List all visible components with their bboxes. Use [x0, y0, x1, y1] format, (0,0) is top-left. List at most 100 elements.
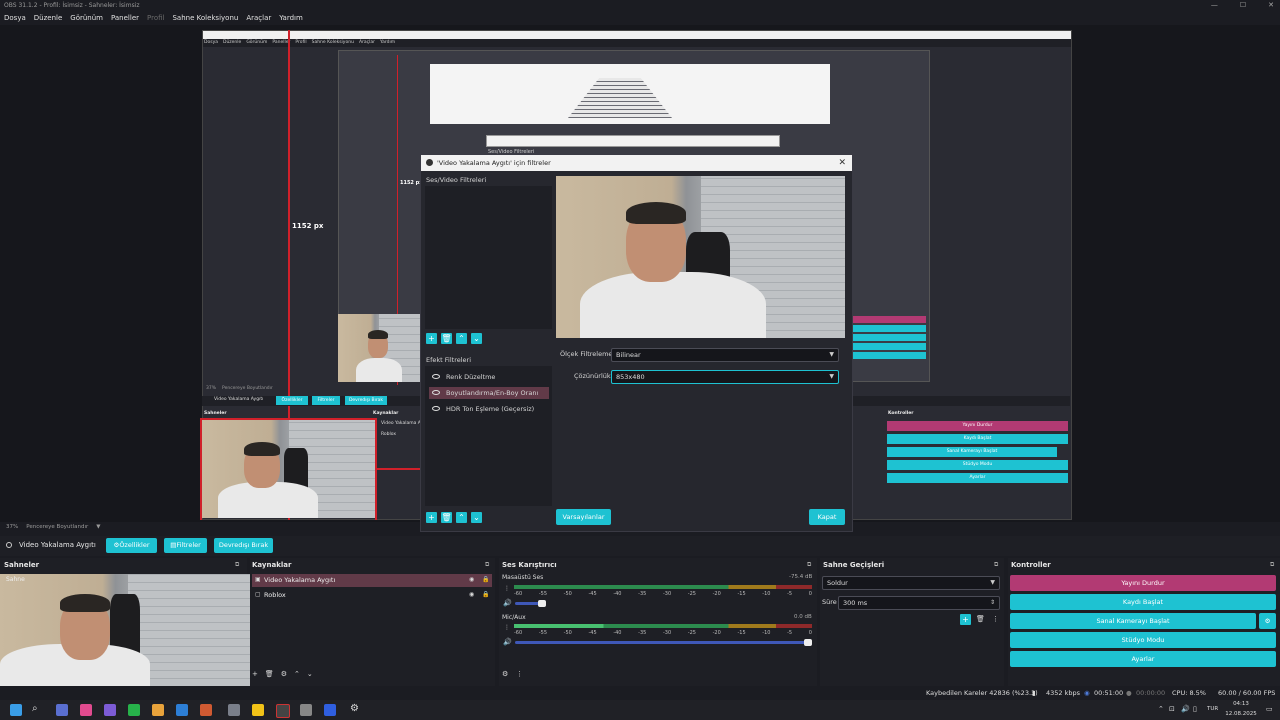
studio-mode-button[interactable]: Stüdyo Modu — [1010, 632, 1276, 648]
zoom-chevron-icon[interactable]: ▼ — [96, 524, 100, 530]
settings-gear-icon[interactable]: ⚙ — [350, 703, 359, 714]
scale-filter-select[interactable]: Bilinear ▼ — [611, 348, 839, 362]
start-recording-button[interactable]: Kaydı Başlat — [1010, 594, 1276, 610]
task-view-icon[interactable] — [56, 704, 68, 716]
mic-volume-fill[interactable] — [515, 641, 808, 644]
menu-help[interactable]: Yardım — [279, 14, 303, 22]
move-up-av-filter-button[interactable]: ⌃ — [456, 333, 467, 344]
app-icon-6[interactable] — [300, 704, 312, 716]
visibility-eye-icon[interactable]: ◉ — [469, 591, 474, 598]
search-icon[interactable]: ⌕ — [32, 703, 38, 714]
remove-transition-icon[interactable]: 🗑 — [976, 615, 985, 623]
clock-date[interactable]: 12.08.2025 — [1223, 711, 1259, 717]
add-source-icon[interactable]: + — [252, 670, 258, 678]
effect-item-hdr[interactable]: HDR Ton Eşleme (Geçersiz) — [429, 403, 549, 415]
stop-streaming-button[interactable]: Yayını Durdur — [1010, 575, 1276, 591]
visibility-eye-icon[interactable] — [432, 374, 440, 379]
duration-spinbox[interactable]: 300 ms ⇕ — [838, 596, 1000, 610]
close-button[interactable]: Kapat — [809, 509, 845, 525]
spin-arrows-icon[interactable]: ⇕ — [990, 597, 995, 609]
menu-docks[interactable]: Paneller — [111, 14, 139, 22]
mic-volume-knob[interactable] — [804, 639, 812, 646]
instagram-icon[interactable] — [80, 704, 92, 716]
start-virtual-camera-button[interactable]: Sanal Kamerayı Başlat — [1010, 613, 1256, 629]
clock-time[interactable]: 04:13 — [1226, 701, 1256, 707]
desktop-volume-knob[interactable] — [538, 600, 546, 607]
visibility-eye-icon[interactable]: ◉ — [469, 576, 474, 583]
menu-tools[interactable]: Araçlar — [246, 14, 271, 22]
effect-item-color-correction[interactable]: Renk Düzeltme — [429, 371, 549, 383]
app-icon-5[interactable] — [252, 704, 264, 716]
add-transition-button[interactable]: + — [960, 614, 971, 625]
transition-type-select[interactable]: Soldur ▼ — [822, 576, 1000, 590]
add-effect-filter-button[interactable]: + — [426, 512, 437, 523]
network-icon[interactable]: ⊡ — [1169, 705, 1175, 713]
menu-edit[interactable]: Düzenle — [34, 14, 63, 22]
av-filters-list[interactable] — [425, 186, 552, 329]
volume-icon[interactable]: 🔊 — [1181, 705, 1190, 713]
remove-effect-filter-button[interactable]: 🗑 — [441, 512, 452, 523]
move-up-effect-filter-button[interactable]: ⌃ — [456, 512, 467, 523]
app-icon-2[interactable] — [176, 704, 188, 716]
maximize-icon[interactable]: ☐ — [1240, 0, 1246, 11]
tray-chevron-icon[interactable]: ⌃ — [1158, 705, 1164, 713]
dock-menu-icon[interactable]: ⧉ — [235, 561, 239, 569]
battery-icon[interactable]: ▯ — [1193, 705, 1197, 713]
channel-menu-icon[interactable]: ⋮ — [504, 624, 510, 631]
dock-menu-icon[interactable]: ⧉ — [807, 561, 811, 569]
app-icon-7[interactable] — [324, 704, 336, 716]
advanced-audio-icon[interactable]: ⚙ — [502, 670, 508, 678]
channel-menu-icon[interactable]: ⋮ — [504, 585, 510, 592]
visibility-eye-icon[interactable] — [432, 390, 440, 395]
chrome-icon[interactable] — [152, 704, 164, 716]
move-down-effect-filter-button[interactable]: ⌄ — [471, 512, 482, 523]
move-down-icon[interactable]: ⌄ — [307, 670, 313, 678]
effect-item-scaling[interactable]: Boyutlandırma/En-Boy Oranı — [429, 387, 549, 399]
dock-menu-icon[interactable]: ⧉ — [485, 561, 489, 569]
start-icon[interactable] — [10, 704, 22, 716]
zoom-level[interactable]: 37% — [6, 524, 18, 530]
app-icon-1[interactable] — [104, 704, 116, 716]
transition-menu-icon[interactable]: ⋮ — [992, 615, 999, 623]
notification-icon[interactable]: ▭ — [1266, 705, 1273, 713]
keyboard-language[interactable]: TUR — [1207, 706, 1218, 712]
speaker-icon[interactable]: 🔊 — [503, 599, 512, 607]
move-down-av-filter-button[interactable]: ⌄ — [471, 333, 482, 344]
dialog-close-icon[interactable]: ✕ — [838, 155, 846, 171]
mixer-channel-mic-db: 0.0 dB — [794, 614, 812, 620]
obs-icon[interactable] — [276, 704, 290, 718]
deactivate-button[interactable]: Devredışı Bırak — [214, 538, 273, 553]
add-av-filter-button[interactable]: + — [426, 333, 437, 344]
source-item-video-capture[interactable]: ▣ Video Yakalama Aygıtı ◉ 🔒 — [252, 574, 492, 587]
menu-scene-collection[interactable]: Sahne Koleksiyonu — [172, 14, 238, 22]
app-icon-4[interactable] — [228, 704, 240, 716]
virtual-camera-settings-button[interactable]: ⚙ — [1259, 613, 1276, 629]
mixer-menu-icon[interactable]: ⋮ — [516, 670, 523, 678]
source-item-roblox[interactable]: ▢ Roblox ◉ 🔒 — [252, 589, 492, 602]
fit-to-window[interactable]: Pencereye Boyutlandır — [26, 524, 88, 530]
minimize-icon[interactable]: — — [1211, 0, 1218, 11]
scene-item[interactable]: Sahne — [6, 576, 25, 583]
menu-file[interactable]: Dosya — [4, 14, 26, 22]
filters-button[interactable]: ▤Filtreler — [164, 538, 207, 553]
app-icon-3[interactable] — [200, 704, 212, 716]
close-icon[interactable]: ✕ — [1268, 0, 1274, 11]
menu-profile[interactable]: Profil — [147, 14, 164, 22]
lock-icon[interactable]: 🔒 — [482, 576, 489, 583]
defaults-button[interactable]: Varsayılanlar — [556, 509, 611, 525]
remove-av-filter-button[interactable]: 🗑 — [441, 333, 452, 344]
whatsapp-icon[interactable] — [128, 704, 140, 716]
lock-icon[interactable]: 🔒 — [482, 591, 489, 598]
properties-button[interactable]: ⚙Özellikler — [106, 538, 157, 553]
sources-toolbar: + 🗑 ⚙ ⌃ ⌄ — [252, 670, 313, 678]
source-properties-icon[interactable]: ⚙ — [281, 670, 287, 678]
remove-source-icon[interactable]: 🗑 — [265, 670, 274, 678]
dock-menu-icon[interactable]: ⧉ — [1270, 561, 1274, 569]
resolution-combobox[interactable]: 853x480 ▼ — [611, 370, 839, 384]
dock-menu-icon[interactable]: ⧉ — [994, 561, 998, 569]
speaker-icon[interactable]: 🔊 — [503, 638, 512, 646]
settings-button[interactable]: Ayarlar — [1010, 651, 1276, 667]
visibility-eye-icon[interactable] — [432, 406, 440, 411]
menu-view[interactable]: Görünüm — [70, 14, 103, 22]
move-up-icon[interactable]: ⌃ — [294, 670, 300, 678]
